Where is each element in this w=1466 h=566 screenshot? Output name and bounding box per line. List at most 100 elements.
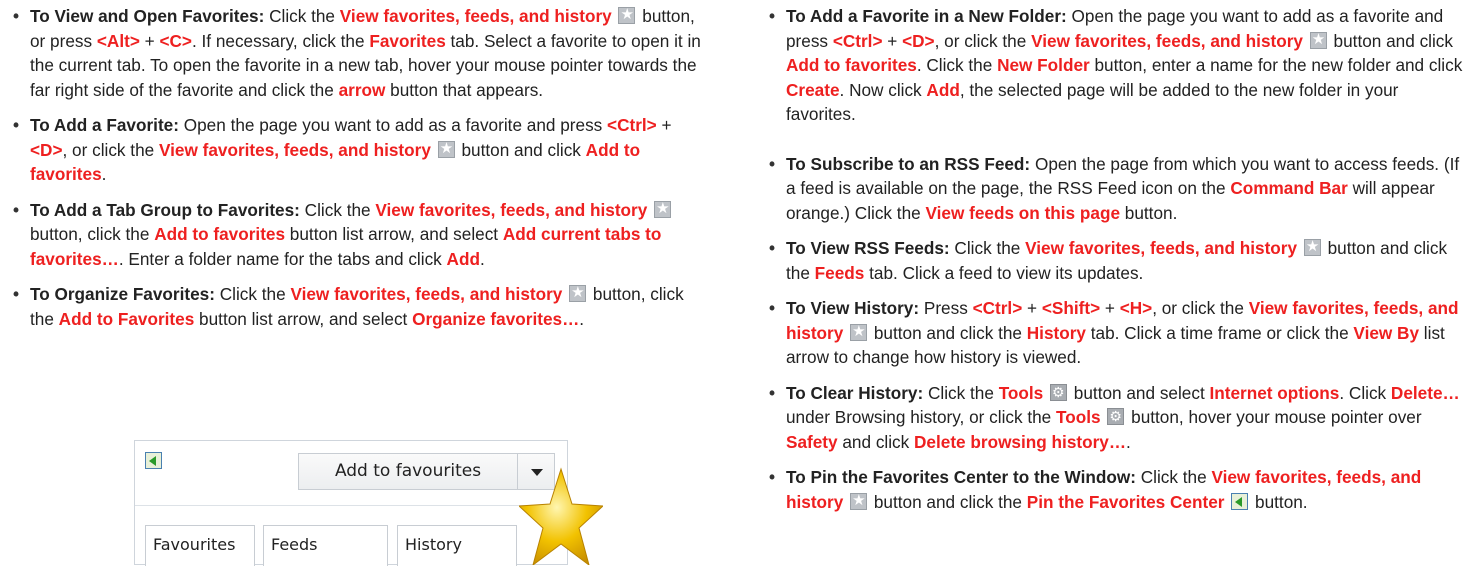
text: . <box>479 248 485 269</box>
list-item-add-favorite-new-folder: To Add a Favorite in a New Folder: Open … <box>764 4 1464 127</box>
command-view-feeds: View feeds on this page <box>925 202 1121 223</box>
text: and click <box>837 431 915 452</box>
command-organize-favorites: Organize favorites… <box>412 308 580 329</box>
text: , or click the <box>1152 298 1249 318</box>
command-add-to-favorites: Add to Favorites <box>58 308 195 329</box>
left-column: To View and Open Favorites: Click the Vi… <box>8 0 708 331</box>
favorites-star-icon <box>1303 235 1321 259</box>
list-item-clear-history: To Clear History: Click the Tools button… <box>764 380 1464 455</box>
text: button, click the <box>30 224 155 244</box>
text: + <box>139 30 160 51</box>
text: , or click the <box>62 139 159 160</box>
favorites-star-icon <box>654 197 672 221</box>
text: tab. Click a feed to view its updates. <box>864 262 1144 283</box>
item-title: To Subscribe to an RSS Feed: <box>786 153 1031 174</box>
panel-toolbar: Add to favourites <box>135 441 567 506</box>
favorites-star-icon <box>850 320 868 344</box>
item-title: To View and Open Favorites: <box>30 6 265 26</box>
item-title: To Organize Favorites: <box>30 284 215 304</box>
favorites-star-icon <box>437 137 455 161</box>
favorites-star-icon <box>569 281 587 305</box>
item-title: To Add a Tab Group to Favorites: <box>30 199 300 220</box>
command-arrow: arrow <box>338 79 386 100</box>
command-feeds-tab: Feeds <box>814 262 865 283</box>
command-command-bar: Command Bar <box>1230 178 1348 198</box>
list-item-view-history: To View History: Press <Ctrl> + <Shift> … <box>764 296 1464 370</box>
command-create: Create <box>786 79 840 100</box>
command-view-favorites: View favorites, feeds, and history <box>375 199 648 220</box>
command-view-favorites: View favorites, feeds, and history <box>1025 238 1298 258</box>
text: . Enter a folder name for the tabs and c… <box>118 248 447 269</box>
text: + <box>1100 298 1120 318</box>
text: + <box>882 30 903 51</box>
command-new-folder: New Folder <box>997 55 1090 75</box>
add-to-favourites-button[interactable]: Add to favourites <box>298 453 518 490</box>
list-item-organize-favorites: To Organize Favorites: Click the View fa… <box>8 281 708 331</box>
key-ctrl: <Ctrl> <box>832 30 883 51</box>
text: . <box>1126 431 1131 452</box>
text: button list arrow, and select <box>194 308 413 329</box>
text: Click the <box>214 284 291 304</box>
command-delete-browsing-history: Delete browsing history… <box>914 431 1127 452</box>
command-history-tab: History <box>1026 322 1086 343</box>
item-title: To View RSS Feeds: <box>786 238 950 258</box>
favorites-center-panel: Add to favourites Favourites Feeds Histo… <box>134 440 568 566</box>
command-add: Add <box>926 79 960 100</box>
text: Click the <box>1135 467 1212 487</box>
favorites-star-icon <box>618 3 636 27</box>
text: button, enter a name for the new folder … <box>1089 55 1463 75</box>
key-ctrl: <Ctrl> <box>607 115 657 135</box>
text: . Click <box>1339 382 1391 403</box>
command-safety: Safety <box>786 431 838 452</box>
command-tools: Tools <box>1056 407 1101 427</box>
text: button list arrow, and select <box>285 224 503 244</box>
gold-star-icon <box>519 467 603 565</box>
text: button and click the <box>869 491 1027 512</box>
tab-feeds[interactable]: Feeds <box>263 525 388 566</box>
list-item-view-open-favorites: To View and Open Favorites: Click the Vi… <box>8 3 708 102</box>
key-ctrl: <Ctrl> <box>972 298 1023 318</box>
pin-favorites-icon[interactable] <box>145 452 162 469</box>
text: button. <box>1250 491 1308 512</box>
item-title: To Clear History: <box>786 382 924 403</box>
text: tab. Click a time frame or click the <box>1085 322 1354 343</box>
text: button and click <box>456 139 586 160</box>
list-item-pin-favorites-center: To Pin the Favorites Center to the Windo… <box>764 465 1464 514</box>
command-favorites-tab: Favorites <box>369 30 446 51</box>
text: button that appears. <box>385 79 544 100</box>
text: under Browsing history, or click the <box>786 407 1057 427</box>
list-item-add-tab-group: To Add a Tab Group to Favorites: Click t… <box>8 197 708 272</box>
command-view-by: View By <box>1353 322 1420 343</box>
command-pin-favorites-center: Pin the Favorites Center <box>1026 491 1225 512</box>
text: Click the <box>923 382 999 403</box>
command-internet-options: Internet options <box>1209 382 1340 403</box>
command-delete: Delete… <box>1390 382 1460 403</box>
key-c: <C> <box>159 30 192 51</box>
tab-history[interactable]: History <box>397 525 517 566</box>
text: . Now click <box>839 79 927 100</box>
text: + <box>656 115 672 135</box>
text: button, hover your mouse pointer over <box>1126 407 1422 427</box>
tools-gear-icon <box>1107 404 1125 428</box>
text: button. <box>1120 202 1178 223</box>
command-add-to-favorites: Add to favorites <box>786 55 917 75</box>
text: . Click the <box>916 55 998 75</box>
text: Click the <box>299 199 376 220</box>
pin-favorites-icon <box>1231 492 1249 510</box>
text: . If necessary, click the <box>191 30 370 51</box>
command-view-favorites: View favorites, feeds, and history <box>1031 30 1303 51</box>
text: Open the page you want to add as a favor… <box>178 115 608 135</box>
key-h: <H> <box>1119 298 1153 318</box>
text: Press <box>919 298 973 318</box>
key-d: <D> <box>30 139 63 160</box>
right-column: To Add a Favorite in a New Folder: Open … <box>764 0 1464 514</box>
command-add-to-favorites: Add to favorites <box>154 224 286 244</box>
command-view-favorites: View favorites, feeds, and history <box>290 284 563 304</box>
command-view-favorites: View favorites, feeds, and history <box>158 139 431 160</box>
item-title: To Pin the Favorites Center to the Windo… <box>786 467 1136 487</box>
favorites-star-icon <box>850 489 868 513</box>
tab-favourites[interactable]: Favourites <box>145 525 255 566</box>
key-d: <D> <box>902 30 935 51</box>
text: Click the <box>949 238 1026 258</box>
text: , or click the <box>934 30 1032 51</box>
